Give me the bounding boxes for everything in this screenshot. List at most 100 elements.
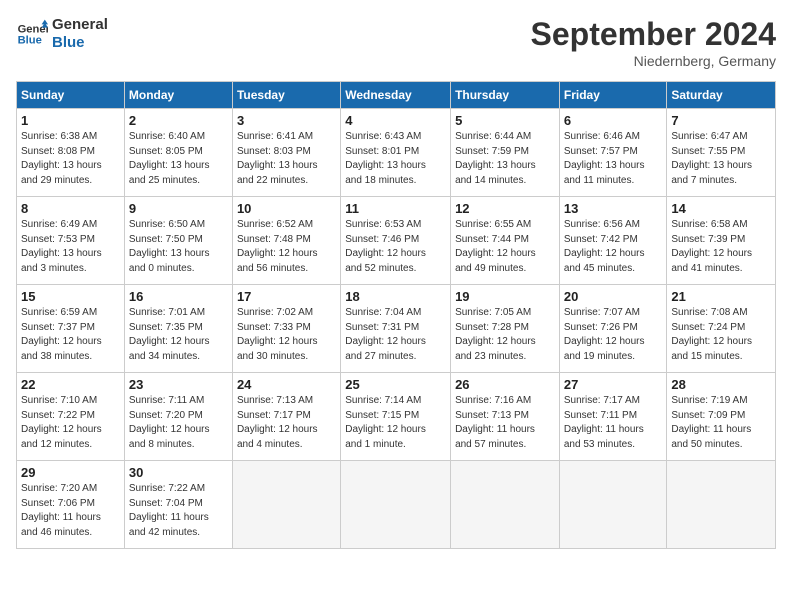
day-info: Sunrise: 7:08 AMSunset: 7:24 PMDaylight:… — [671, 306, 771, 364]
day-number: 6 — [564, 113, 663, 128]
day-cell — [667, 461, 776, 549]
day-number: 19 — [455, 289, 555, 304]
day-info: Sunrise: 6:53 AMSunset: 7:46 PMDaylight:… — [345, 218, 446, 276]
day-cell: 28Sunrise: 7:19 AMSunset: 7:09 PMDayligh… — [667, 373, 776, 461]
day-cell: 26 Sunrise: 7:16 AMSunset: 7:13 PMDayligh… — [451, 373, 560, 461]
day-info: Sunrise: 7:20 AMSunset: 7:06 PMDaylight:… — [21, 482, 120, 540]
day-info: Sunrise: 7:11 AMSunset: 7:20 PMDaylight:… — [129, 394, 228, 452]
day-cell: 21Sunrise: 7:08 AMSunset: 7:24 PMDayligh… — [667, 285, 776, 373]
day-number: 29 — [21, 465, 120, 480]
day-info: Sunrise: 6:50 AMSunset: 7:50 PMDaylight:… — [129, 218, 228, 276]
day-info: Sunrise: 7:10 AMSunset: 7:22 PMDaylight:… — [21, 394, 120, 452]
week-row-3: 15 Sunrise: 6:59 AMSunset: 7:37 PMDayligh… — [17, 285, 776, 373]
day-info: Sunrise: 6:43 AMSunset: 8:01 PMDaylight:… — [345, 130, 446, 188]
day-number: 25 — [345, 377, 446, 392]
logo-general: General — [52, 16, 108, 34]
day-number: 18 — [345, 289, 446, 304]
day-info: Sunrise: 7:04 AMSunset: 7:31 PMDaylight:… — [345, 306, 446, 364]
day-info: Sunrise: 6:58 AMSunset: 7:39 PMDaylight:… — [671, 218, 771, 276]
day-cell: 5Sunrise: 6:44 AMSunset: 7:59 PMDaylight… — [451, 109, 560, 197]
day-info: Sunrise: 6:55 AMSunset: 7:44 PMDaylight:… — [455, 218, 555, 276]
svg-text:Blue: Blue — [18, 35, 42, 47]
day-info: Sunrise: 7:07 AMSunset: 7:26 PMDaylight:… — [564, 306, 663, 364]
day-cell — [451, 461, 560, 549]
day-info: Sunrise: 7:02 AMSunset: 7:33 PMDaylight:… — [237, 306, 336, 364]
day-number: 15 — [21, 289, 120, 304]
day-cell — [341, 461, 451, 549]
day-number: 26 — [455, 377, 555, 392]
day-number: 13 — [564, 201, 663, 216]
day-cell: 22 Sunrise: 7:10 AMSunset: 7:22 PMDayligh… — [17, 373, 125, 461]
day-info: Sunrise: 6:47 AMSunset: 7:55 PMDaylight:… — [671, 130, 771, 188]
day-info: Sunrise: 6:49 AMSunset: 7:53 PMDaylight:… — [21, 218, 120, 276]
calendar-table: SundayMondayTuesdayWednesdayThursdayFrid… — [16, 81, 776, 549]
day-cell — [559, 461, 667, 549]
day-cell: 29 Sunrise: 7:20 AMSunset: 7:06 PMDayligh… — [17, 461, 125, 549]
title-area: September 2024 Niedernberg, Germany — [531, 16, 776, 69]
col-header-friday: Friday — [559, 82, 667, 109]
day-cell: 4 Sunrise: 6:43 AMSunset: 8:01 PMDaylight… — [341, 109, 451, 197]
week-row-2: 8 Sunrise: 6:49 AMSunset: 7:53 PMDaylight… — [17, 197, 776, 285]
day-cell: 20Sunrise: 7:07 AMSunset: 7:26 PMDayligh… — [559, 285, 667, 373]
col-header-tuesday: Tuesday — [232, 82, 340, 109]
day-number: 14 — [671, 201, 771, 216]
calendar-subtitle: Niedernberg, Germany — [531, 53, 776, 69]
week-row-5: 29 Sunrise: 7:20 AMSunset: 7:06 PMDayligh… — [17, 461, 776, 549]
calendar-title: September 2024 — [531, 16, 776, 53]
day-number: 27 — [564, 377, 663, 392]
day-number: 4 — [345, 113, 446, 128]
day-number: 17 — [237, 289, 336, 304]
day-info: Sunrise: 7:05 AMSunset: 7:28 PMDaylight:… — [455, 306, 555, 364]
day-cell: 25 Sunrise: 7:14 AMSunset: 7:15 PMDayligh… — [341, 373, 451, 461]
day-info: Sunrise: 6:46 AMSunset: 7:57 PMDaylight:… — [564, 130, 663, 188]
day-cell: 23 Sunrise: 7:11 AMSunset: 7:20 PMDayligh… — [124, 373, 232, 461]
day-number: 10 — [237, 201, 336, 216]
day-info: Sunrise: 6:41 AMSunset: 8:03 PMDaylight:… — [237, 130, 336, 188]
logo: General Blue General Blue — [16, 16, 108, 52]
day-info: Sunrise: 7:14 AMSunset: 7:15 PMDaylight:… — [345, 394, 446, 452]
week-row-4: 22 Sunrise: 7:10 AMSunset: 7:22 PMDayligh… — [17, 373, 776, 461]
day-info: Sunrise: 6:56 AMSunset: 7:42 PMDaylight:… — [564, 218, 663, 276]
logo-blue: Blue — [52, 34, 108, 52]
day-info: Sunrise: 6:52 AMSunset: 7:48 PMDaylight:… — [237, 218, 336, 276]
day-cell: 10 Sunrise: 6:52 AMSunset: 7:48 PMDayligh… — [232, 197, 340, 285]
col-header-saturday: Saturday — [667, 82, 776, 109]
day-cell: 9 Sunrise: 6:50 AMSunset: 7:50 PMDaylight… — [124, 197, 232, 285]
day-number: 3 — [237, 113, 336, 128]
day-cell — [232, 461, 340, 549]
day-cell: 18 Sunrise: 7:04 AMSunset: 7:31 PMDayligh… — [341, 285, 451, 373]
col-header-monday: Monday — [124, 82, 232, 109]
day-info: Sunrise: 7:16 AMSunset: 7:13 PMDaylight:… — [455, 394, 555, 452]
day-cell: 8 Sunrise: 6:49 AMSunset: 7:53 PMDaylight… — [17, 197, 125, 285]
day-info: Sunrise: 7:13 AMSunset: 7:17 PMDaylight:… — [237, 394, 336, 452]
day-cell: 27 Sunrise: 7:17 AMSunset: 7:11 PMDayligh… — [559, 373, 667, 461]
day-info: Sunrise: 6:59 AMSunset: 7:37 PMDaylight:… — [21, 306, 120, 364]
day-cell: 13 Sunrise: 6:56 AMSunset: 7:42 PMDayligh… — [559, 197, 667, 285]
day-cell: 11 Sunrise: 6:53 AMSunset: 7:46 PMDayligh… — [341, 197, 451, 285]
day-number: 9 — [129, 201, 228, 216]
day-cell: 12Sunrise: 6:55 AMSunset: 7:44 PMDayligh… — [451, 197, 560, 285]
day-number: 11 — [345, 201, 446, 216]
day-number: 16 — [129, 289, 228, 304]
day-number: 7 — [671, 113, 771, 128]
day-cell: 7 Sunrise: 6:47 AMSunset: 7:55 PMDaylight… — [667, 109, 776, 197]
day-number: 22 — [21, 377, 120, 392]
day-info: Sunrise: 7:22 AMSunset: 7:04 PMDaylight:… — [129, 482, 228, 540]
day-info: Sunrise: 7:01 AMSunset: 7:35 PMDaylight:… — [129, 306, 228, 364]
day-cell: 17 Sunrise: 7:02 AMSunset: 7:33 PMDayligh… — [232, 285, 340, 373]
day-number: 1 — [21, 113, 120, 128]
day-number: 2 — [129, 113, 228, 128]
day-cell: 6 Sunrise: 6:46 AMSunset: 7:57 PMDaylight… — [559, 109, 667, 197]
day-number: 23 — [129, 377, 228, 392]
day-number: 30 — [129, 465, 228, 480]
header: General Blue General Blue September 2024… — [16, 16, 776, 69]
day-info: Sunrise: 6:44 AMSunset: 7:59 PMDaylight:… — [455, 130, 555, 188]
day-info: Sunrise: 6:40 AMSunset: 8:05 PMDaylight:… — [129, 130, 228, 188]
day-cell: 30 Sunrise: 7:22 AMSunset: 7:04 PMDayligh… — [124, 461, 232, 549]
day-number: 8 — [21, 201, 120, 216]
day-info: Sunrise: 6:38 AMSunset: 8:08 PMDaylight:… — [21, 130, 120, 188]
day-cell: 14 Sunrise: 6:58 AMSunset: 7:39 PMDayligh… — [667, 197, 776, 285]
day-cell: 19 Sunrise: 7:05 AMSunset: 7:28 PMDayligh… — [451, 285, 560, 373]
day-cell: 16 Sunrise: 7:01 AMSunset: 7:35 PMDayligh… — [124, 285, 232, 373]
day-info: Sunrise: 7:17 AMSunset: 7:11 PMDaylight:… — [564, 394, 663, 452]
